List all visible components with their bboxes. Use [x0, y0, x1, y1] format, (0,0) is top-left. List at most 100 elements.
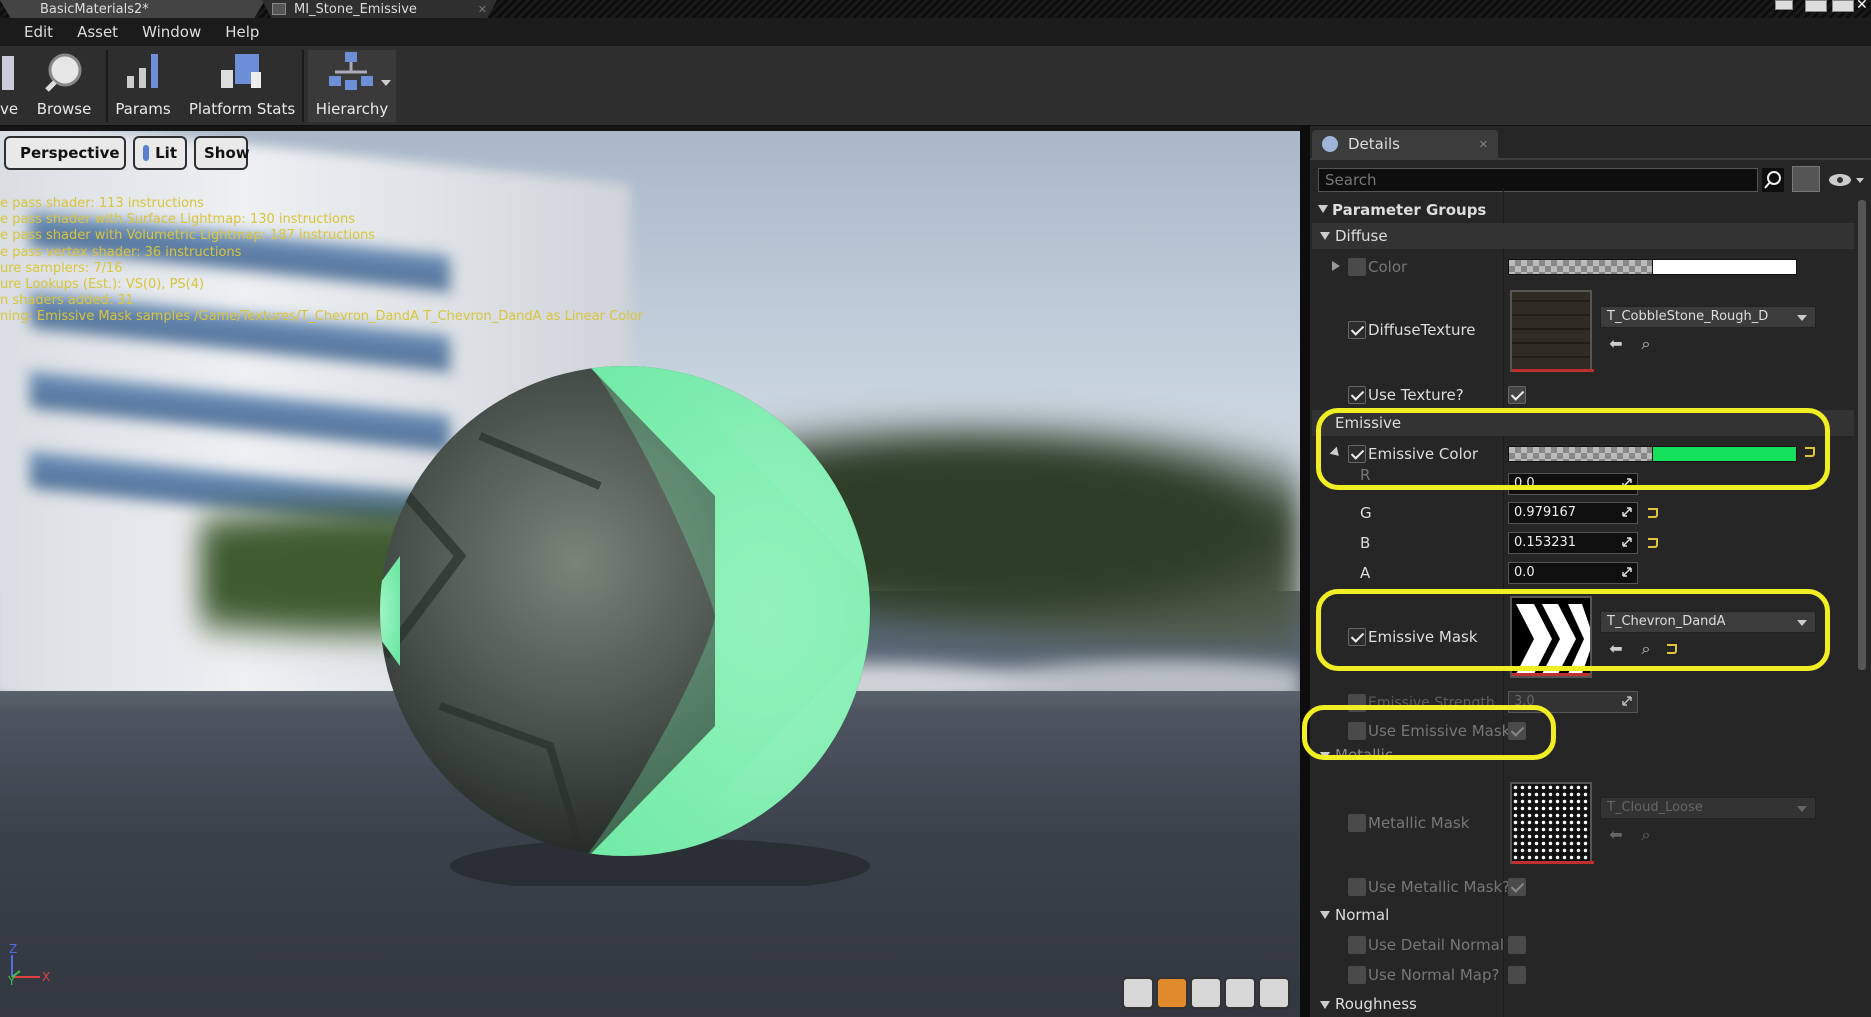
- collapse-arrow-icon: [1320, 1001, 1330, 1009]
- override-checkbox[interactable]: [1348, 386, 1366, 404]
- menu-window[interactable]: Window: [142, 23, 201, 41]
- param-use-normal-map-row: Use Normal Map?: [1312, 960, 1854, 990]
- show-button[interactable]: Show: [194, 136, 250, 170]
- override-checkbox[interactable]: [1348, 936, 1366, 954]
- tab-mi-stone-emissive[interactable]: MI_Stone_Emissive ✕: [262, 0, 497, 18]
- param-emissive-a-row: A 0.0: [1312, 558, 1854, 588]
- override-checkbox[interactable]: [1348, 814, 1366, 832]
- title-bar: BasicMaterials2* MI_Stone_Emissive ✕ ✕: [0, 0, 1871, 18]
- shader-stats: e pass shader: 113 instructions e pass s…: [0, 196, 700, 326]
- platform-stats-icon: [221, 54, 261, 88]
- stat-line: ning: Emissive Mask samples /Game/Textur…: [0, 309, 644, 325]
- parameter-groups-header[interactable]: Parameter Groups: [1312, 195, 1854, 225]
- browse-button[interactable]: Browse: [28, 50, 100, 122]
- search-icon[interactable]: [1762, 168, 1784, 192]
- axis-y-label: Y: [7, 974, 16, 985]
- preview-viewport[interactable]: Perspective Lit Show e pass shader: 113 …: [0, 131, 1300, 1017]
- params-button[interactable]: Params: [112, 50, 174, 122]
- sphere-preview-button[interactable]: [1156, 977, 1188, 1009]
- axis-indicator: Z Y X: [6, 941, 50, 988]
- drag-arrows-icon: [1622, 507, 1632, 517]
- diffuse-texture-combo[interactable]: T_CobbleStone_Rough_D: [1600, 306, 1816, 328]
- highlight-emissive-color: [1316, 408, 1830, 490]
- save-icon: [2, 56, 14, 90]
- maximize-button[interactable]: [1832, 0, 1854, 12]
- reset-to-default-icon[interactable]: [1648, 508, 1658, 518]
- close-icon[interactable]: ✕: [1479, 138, 1488, 151]
- stat-line: e pass vertex shader: 36 instructions: [0, 244, 242, 260]
- stat-line: n shaders added: 31: [0, 293, 134, 309]
- eye-icon[interactable]: [1826, 170, 1866, 190]
- details-search-input[interactable]: Search: [1318, 168, 1758, 192]
- use-selected-arrow-icon[interactable]: ⬅: [1607, 826, 1625, 844]
- color-swatch[interactable]: [1652, 259, 1797, 275]
- plane-preview-button[interactable]: [1190, 977, 1222, 1009]
- group-roughness[interactable]: Roughness: [1312, 992, 1854, 1017]
- tab-label: MI_Stone_Emissive: [294, 1, 417, 17]
- tab-details[interactable]: Details ✕: [1312, 130, 1498, 158]
- material-preview-sphere: [380, 366, 870, 886]
- minimize-button[interactable]: [1805, 0, 1827, 12]
- cube-preview-button[interactable]: [1224, 977, 1256, 1009]
- help-icon[interactable]: [1775, 0, 1793, 10]
- close-icon[interactable]: ✕: [478, 3, 487, 16]
- axis-x-label: X: [42, 970, 50, 984]
- stat-line: e pass shader: 113 instructions: [0, 196, 204, 211]
- chevron-down-icon: [1797, 315, 1807, 321]
- hierarchy-dropdown-icon[interactable]: [381, 80, 391, 86]
- hierarchy-button[interactable]: Hierarchy: [308, 50, 396, 122]
- details-scrollbar[interactable]: [1858, 200, 1866, 670]
- override-checkbox[interactable]: [1348, 966, 1366, 984]
- menu-bar: Edit Asset Window Help: [0, 18, 1871, 46]
- use-metallic-mask-checkbox[interactable]: [1508, 878, 1526, 896]
- group-diffuse[interactable]: Diffuse: [1312, 223, 1854, 249]
- lit-button[interactable]: Lit: [133, 136, 187, 170]
- use-selected-arrow-icon[interactable]: ⬅: [1607, 335, 1625, 353]
- stat-line: e pass shader with Surface Lightmap: 130…: [0, 212, 356, 228]
- emissive-b-field[interactable]: 0.153231: [1508, 532, 1638, 554]
- info-icon: [1322, 136, 1338, 152]
- stat-line: e pass shader with Volumetric Lightmap: …: [0, 228, 376, 244]
- lit-icon: [143, 145, 150, 161]
- emissive-g-field[interactable]: 0.979167: [1508, 502, 1638, 524]
- drag-arrows-icon: [1622, 567, 1632, 577]
- hierarchy-icon: [329, 52, 373, 90]
- collapse-arrow-icon: [1320, 911, 1330, 919]
- param-use-texture-row: Use Texture?: [1312, 380, 1854, 410]
- drag-arrows-icon: [1622, 696, 1632, 706]
- collapse-arrow-icon: [1318, 205, 1328, 213]
- close-window-button[interactable]: ✕: [1856, 0, 1868, 13]
- param-color-row: Color: [1312, 252, 1854, 282]
- menu-asset[interactable]: Asset: [77, 23, 118, 41]
- highlight-use-emissive-mask: [1302, 705, 1556, 760]
- emissive-a-field[interactable]: 0.0: [1508, 562, 1638, 584]
- diffuse-texture-thumbnail[interactable]: [1510, 290, 1594, 372]
- override-checkbox[interactable]: [1348, 258, 1366, 276]
- use-texture-checkbox[interactable]: [1508, 386, 1526, 404]
- override-checkbox[interactable]: [1348, 321, 1366, 339]
- browse-search-icon[interactable]: ⌕: [1637, 335, 1655, 353]
- tab-basic-materials[interactable]: BasicMaterials2*: [0, 0, 265, 18]
- cylinder-preview-button[interactable]: [1122, 977, 1154, 1009]
- property-matrix-button[interactable]: [1792, 166, 1820, 192]
- chevron-down-icon: [1797, 806, 1807, 812]
- mesh-preview-button[interactable]: [1258, 977, 1290, 1009]
- expand-arrow-icon[interactable]: [1332, 261, 1340, 271]
- platform-stats-button[interactable]: Platform Stats: [188, 50, 296, 122]
- highlight-emissive-mask: [1316, 589, 1830, 671]
- menu-edit[interactable]: Edit: [24, 23, 53, 41]
- menu-help[interactable]: Help: [225, 23, 259, 41]
- use-detail-normal-checkbox[interactable]: [1508, 936, 1526, 954]
- axis-z-label: Z: [9, 942, 17, 956]
- stat-line: ure samplers: 7/16: [0, 260, 123, 276]
- group-normal[interactable]: Normal: [1312, 902, 1854, 928]
- metallic-mask-combo[interactable]: T_Cloud_Loose: [1600, 797, 1816, 819]
- browse-search-icon[interactable]: ⌕: [1637, 826, 1655, 844]
- use-normal-map-checkbox[interactable]: [1508, 966, 1526, 984]
- metallic-mask-thumbnail[interactable]: [1510, 782, 1594, 864]
- reset-to-default-icon[interactable]: [1648, 538, 1658, 548]
- browse-icon: [45, 53, 82, 92]
- override-checkbox[interactable]: [1348, 878, 1366, 896]
- save-button[interactable]: ve: [0, 50, 18, 122]
- perspective-button[interactable]: Perspective: [4, 136, 126, 170]
